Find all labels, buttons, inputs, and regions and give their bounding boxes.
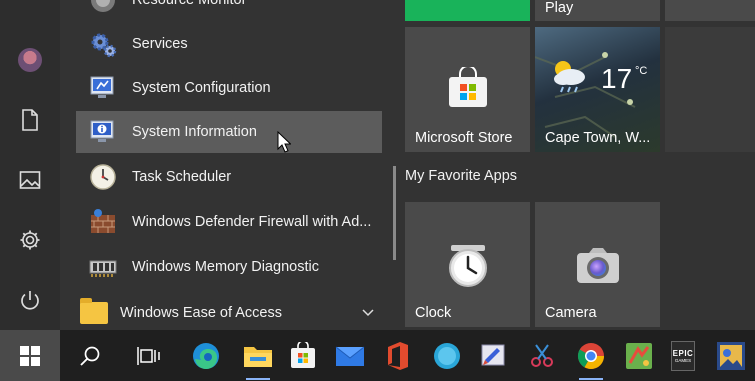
tile-label: Microsoft Store (415, 130, 513, 146)
app-label: System Information (132, 124, 257, 140)
system-configuration-icon (88, 73, 118, 103)
firewall-icon (88, 207, 118, 237)
tile-green[interactable] (405, 0, 530, 21)
paint-icon (481, 344, 505, 365)
tile-microsoft-store[interactable]: Microsoft Store (405, 27, 530, 152)
task-view-icon (137, 346, 160, 365)
tile-label: Clock (415, 305, 452, 321)
tile-label: Camera (545, 305, 597, 321)
resource-monitor-icon (88, 0, 118, 15)
power-icon (21, 291, 39, 310)
weather-temperature: 17 (601, 63, 633, 94)
start-button[interactable] (0, 330, 60, 381)
taskbar-photos[interactable] (709, 330, 753, 381)
folder-label: Windows Ease of Access (120, 305, 282, 321)
start-left-rail (0, 0, 60, 330)
task-scheduler-clock-icon (88, 162, 118, 192)
app-list[interactable]: Resource Monitor Services System Configu… (62, 0, 398, 330)
app-item-resource-monitor[interactable]: Resource Monitor (76, 0, 382, 21)
tile-empty-right (665, 27, 755, 152)
mouse-cursor-icon (277, 131, 291, 153)
pictures-button[interactable] (0, 158, 60, 202)
taskbar-paint[interactable] (471, 330, 515, 381)
app-item-task-scheduler[interactable]: Task Scheduler (76, 156, 382, 198)
tile-weather[interactable]: 17 °C Cape Town, W... (535, 27, 660, 152)
snipping-tool-icon (531, 343, 553, 367)
app-label: Resource Monitor (132, 0, 247, 8)
chrome-icon (577, 342, 605, 369)
user-account-button[interactable] (0, 38, 60, 82)
app-item-system-information[interactable]: System Information (76, 111, 382, 153)
tile-label: Play (545, 0, 574, 16)
mail-icon (335, 346, 365, 366)
cortana-icon (434, 342, 460, 369)
tile-play[interactable]: Play (535, 0, 660, 21)
taskbar-file-explorer[interactable] (236, 330, 280, 381)
photos-icon (717, 341, 745, 370)
folder-windows-ease-of-access[interactable]: Windows Ease of Access (76, 294, 384, 332)
user-avatar (18, 48, 42, 72)
app-item-windows-defender-firewall[interactable]: Windows Defender Firewall with Ad... (76, 201, 382, 243)
partly-cloudy-rain-icon (554, 61, 585, 93)
store-icon (291, 341, 315, 368)
taskbar-chrome[interactable] (569, 330, 613, 381)
file-explorer-icon (244, 346, 272, 367)
microsoft-store-icon (449, 67, 487, 107)
app-label: Task Scheduler (132, 169, 232, 185)
app-label: Services (132, 36, 188, 52)
weather-unit: °C (635, 65, 648, 77)
settings-button[interactable] (0, 218, 60, 262)
taskbar: EPIC GAMES (0, 330, 755, 381)
epic-games-logo-subtext: GAMES (674, 357, 692, 363)
documents-icon (22, 109, 38, 131)
windows-logo-icon (20, 345, 40, 366)
chevron-down-icon (362, 309, 374, 317)
settings-icon (20, 230, 40, 250)
tile-camera[interactable]: Camera (535, 202, 660, 327)
running-indicator (246, 378, 270, 380)
app-item-windows-memory-diagnostic[interactable]: Windows Memory Diagnostic (76, 246, 382, 288)
services-gear-icon (88, 29, 118, 59)
power-button[interactable] (0, 278, 60, 322)
taskbar-edge[interactable] (184, 330, 228, 381)
app-label: Windows Memory Diagnostic (132, 259, 319, 275)
taskbar-task-view-button[interactable] (127, 330, 171, 381)
app-label: Windows Defender Firewall with Ad... (132, 214, 372, 230)
folder-icon (80, 298, 108, 324)
documents-button[interactable] (0, 98, 60, 142)
taskbar-epic-games[interactable]: EPIC GAMES (661, 330, 705, 381)
system-information-icon (88, 117, 118, 147)
app-item-services[interactable]: Services (76, 23, 382, 65)
tile-group-title[interactable]: My Favorite Apps (405, 168, 517, 184)
taskbar-office[interactable] (375, 330, 419, 381)
clock-icon (449, 245, 487, 287)
tile-label: Cape Town, W... (545, 130, 651, 146)
camera-icon (577, 248, 619, 283)
taskbar-cortana[interactable] (425, 330, 469, 381)
memory-chip-icon (88, 252, 118, 282)
epic-games-icon: EPIC GAMES (671, 340, 695, 371)
search-icon (80, 346, 100, 366)
running-indicator (579, 378, 603, 380)
pictures-icon (19, 171, 41, 189)
tile-clock[interactable]: Clock (405, 202, 530, 327)
office-icon (388, 341, 408, 370)
app-list-scrollbar[interactable] (393, 166, 396, 260)
taskbar-search-button[interactable] (68, 330, 112, 381)
app-label: System Configuration (132, 80, 271, 96)
taskbar-mail[interactable] (328, 330, 372, 381)
game-icon (626, 342, 652, 369)
taskbar-game[interactable] (617, 330, 661, 381)
taskbar-store[interactable] (281, 330, 325, 381)
tile-partial-right[interactable] (665, 0, 755, 21)
taskbar-snipping-tool[interactable] (520, 330, 564, 381)
edge-icon (193, 342, 219, 369)
app-item-system-configuration[interactable]: System Configuration (76, 67, 382, 109)
start-menu: Resource Monitor Services System Configu… (0, 0, 755, 330)
epic-games-logo-text: EPIC (672, 348, 694, 358)
